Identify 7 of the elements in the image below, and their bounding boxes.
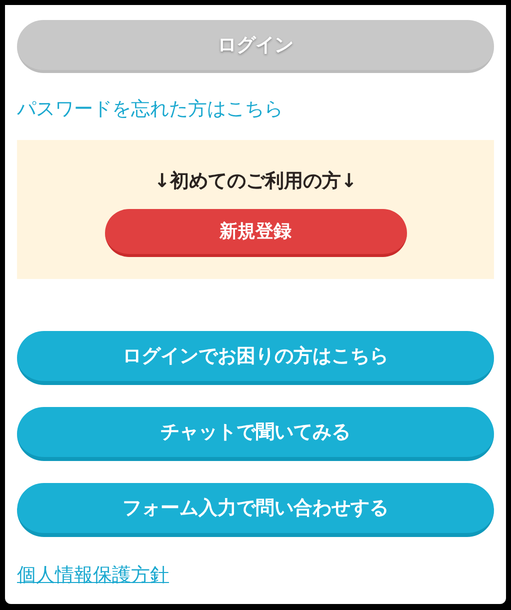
help-button[interactable]: ログインでお困りの方はこちら bbox=[17, 331, 494, 385]
privacy-policy-link[interactable]: 個人情報保護方針 bbox=[17, 562, 169, 588]
help-button[interactable]: チャットで聞いてみる bbox=[17, 407, 494, 461]
forgot-password-link[interactable]: パスワードを忘れた方はこちら bbox=[17, 97, 283, 121]
new-user-heading: ↓初めてのご利用の方↓ bbox=[154, 169, 357, 194]
help-button[interactable]: フォーム入力で問い合わせする bbox=[17, 483, 494, 537]
register-button[interactable]: 新規登録 bbox=[104, 209, 406, 257]
